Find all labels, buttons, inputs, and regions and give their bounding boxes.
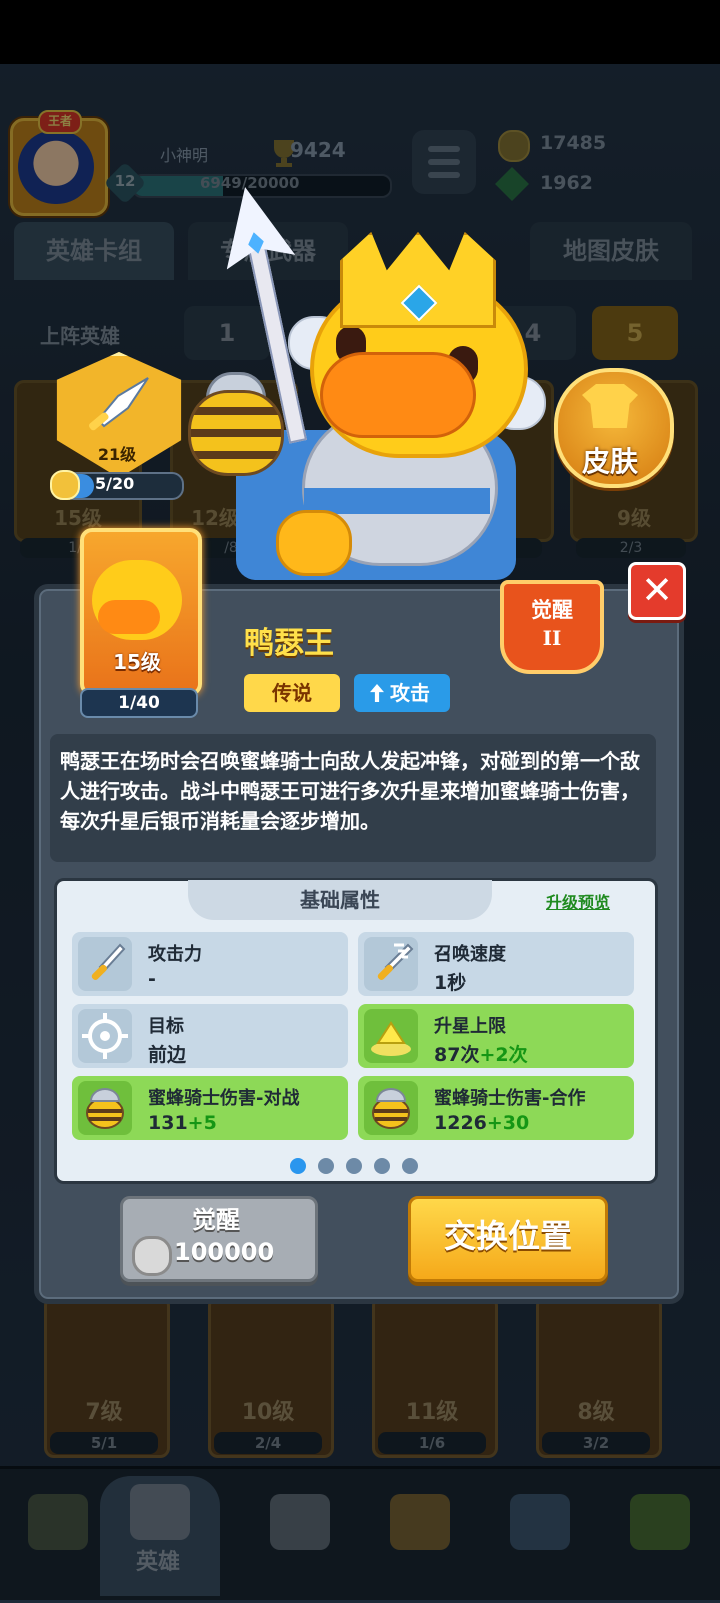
weapon-level: 21级 (97, 445, 137, 464)
attr-name: 蜜蜂骑士伤害-对战 (148, 1088, 300, 1109)
page-dot-1[interactable] (290, 1158, 306, 1174)
awaken-button-label: 觉醒 (192, 1206, 240, 1234)
sword-icon-graphic (91, 943, 126, 980)
type-tag: 攻击 (354, 674, 450, 712)
bee-knight-icon (78, 1081, 132, 1135)
weapon-shard-icon (50, 470, 80, 500)
attr-value: 前边 (148, 1044, 187, 1066)
attr-value-row: 131+5 (148, 1112, 217, 1134)
attr-value: 1秒 (434, 972, 467, 994)
attr-bonus: +30 (486, 1112, 530, 1134)
sword-weapon-icon (88, 377, 149, 431)
hero-card-level: 15级 (113, 650, 161, 674)
attr-bonus: +2次 (479, 1044, 528, 1066)
crosshair-icon (78, 1009, 132, 1063)
upgrade-up-icon-graphic (371, 1021, 411, 1056)
awaken-cost: 100000 (174, 1238, 275, 1266)
weapon-progress-text: 5/20 (95, 474, 135, 493)
page-dot-3[interactable] (346, 1158, 362, 1174)
page-dot-2[interactable] (318, 1158, 334, 1174)
status-bar (0, 0, 720, 64)
page-dot-5[interactable] (402, 1158, 418, 1174)
attr-name: 目标 (148, 1016, 184, 1037)
bee-knight-icon-graphic (372, 1088, 410, 1129)
awaken-badge-label: 觉醒 (531, 598, 573, 622)
rarity-tag: 传说 (244, 674, 340, 712)
page-dot-4[interactable] (374, 1158, 390, 1174)
bee-knight-icon (364, 1081, 418, 1135)
hero-description: 鸭瑟王在场时会召唤蜜蜂骑士向敌人发起冲锋，对碰到的第一个敌人进行攻击。战斗中鸭瑟… (60, 749, 640, 833)
silver-coin-icon (132, 1236, 172, 1276)
fast-sword-icon (364, 937, 418, 991)
bee-knight-icon-graphic (86, 1088, 124, 1129)
sword-icon (78, 937, 132, 991)
attr-name: 召唤速度 (434, 944, 506, 965)
hero-card-progress: 1/40 (80, 688, 198, 718)
skin-button-label: 皮肤 (581, 445, 638, 478)
close-button[interactable]: ✕ (628, 562, 686, 620)
attr-value: - (148, 968, 156, 990)
attr-value-row: 1226+30 (434, 1112, 529, 1134)
hero-name: 鸭瑟王 (244, 626, 334, 661)
attr-value: 131 (148, 1112, 188, 1134)
hero-belt (304, 488, 490, 514)
attack-arrow-icon (370, 684, 384, 702)
attr-value-row: 87次+2次 (434, 1040, 528, 1067)
fast-sword-icon-graphic (377, 943, 414, 980)
awaken-rank: II (542, 626, 562, 650)
attr-name: 升星上限 (434, 1016, 506, 1037)
hero-beak (320, 352, 476, 438)
attr-name: 攻击力 (148, 944, 202, 965)
attr-bonus: +5 (187, 1112, 217, 1134)
upgrade-preview-link[interactable]: 升级预览 (546, 889, 610, 913)
attr-name: 蜜蜂骑士伤害-合作 (434, 1088, 586, 1109)
swap-position-button[interactable]: 交换位置 (408, 1196, 608, 1282)
upgrade-up-icon (364, 1009, 418, 1063)
crosshair-icon-graphic (82, 1013, 128, 1059)
hero-card-beak (98, 600, 160, 634)
attributes-tab-title: 基础属性 (188, 880, 492, 920)
hero-foot (276, 510, 352, 576)
attr-value: 1226 (434, 1112, 487, 1134)
attr-value: 87次 (434, 1044, 480, 1066)
bee-knight-art (188, 390, 284, 476)
type-tag-label: 攻击 (390, 681, 430, 705)
